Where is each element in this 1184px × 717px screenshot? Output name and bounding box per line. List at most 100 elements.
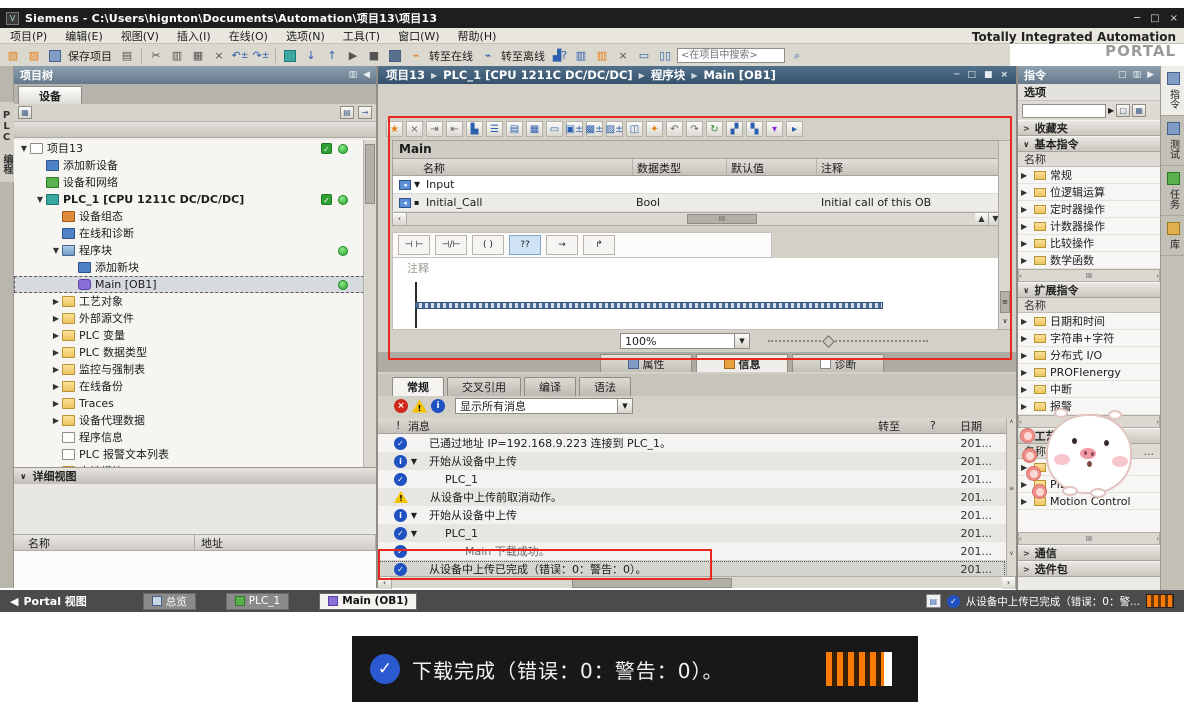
menu-options[interactable]: 选项(N)	[286, 28, 325, 44]
copy-icon[interactable]: ▥	[168, 47, 186, 64]
expand-networks-icon[interactable]: ☰	[486, 121, 503, 137]
instruction-group-general[interactable]: ▶常规	[1018, 167, 1160, 184]
message-row[interactable]: i▼ 开始从设备中上传201...	[378, 506, 1006, 524]
maximize-icon[interactable]: □	[1150, 13, 1159, 24]
go-online-button[interactable]: 转至在线	[429, 48, 473, 64]
selected-rung-wire[interactable]	[415, 302, 883, 309]
zoom-slider-thumb[interactable]	[822, 335, 835, 348]
breadcrumb-project[interactable]: 项目13	[386, 67, 425, 83]
strip-tab-libraries[interactable]: 库	[1161, 216, 1184, 256]
message-row[interactable]: ✓ 已通过地址 IP=192.168.9.223 连接到 PLC_1。201..…	[378, 434, 1006, 452]
interface-row-initial-call[interactable]: ◂ ▪ Initial_Call Bool Initial call of th…	[393, 194, 1003, 212]
search-go-icon[interactable]: ⌕	[788, 47, 806, 64]
strip-tab-tasks[interactable]: 任务	[1161, 166, 1184, 216]
empty-box-button[interactable]: ??	[509, 235, 541, 255]
pin-panel-icon[interactable]: ▥	[349, 70, 358, 80]
tree-item-project[interactable]: ▼项目13✓	[14, 140, 364, 157]
open-branch-button[interactable]: →	[546, 235, 578, 255]
errors-filter-icon[interactable]: ×	[394, 399, 408, 413]
tree-scrollbar[interactable]	[363, 140, 376, 467]
tree-expand-icon[interactable]: →	[358, 106, 372, 119]
open-all-networks-icon[interactable]: ▦	[526, 121, 543, 137]
instruction-group-distributed-io[interactable]: ▶分布式 I/O	[1018, 347, 1160, 364]
goto-error-prev-icon[interactable]: ↶	[666, 121, 683, 137]
absolute-operands-icon[interactable]: ▣±	[566, 121, 583, 137]
editor-v-scrollbar[interactable]: ≡ ∨	[998, 140, 1012, 330]
goto-icon[interactable]: ⇤	[446, 121, 463, 137]
coil-button[interactable]: ( )	[472, 235, 504, 255]
upload-from-device-icon[interactable]: ↑	[323, 47, 341, 64]
more-tools-icon[interactable]: ▸	[786, 121, 803, 137]
technology-h-scrollbar[interactable]: ‹III›	[1018, 532, 1160, 545]
tree-item-add-block[interactable]: 添加新块	[14, 259, 364, 276]
col-datatype[interactable]: 数据类型	[633, 159, 727, 175]
instruction-group-timers[interactable]: ▶定时器操作	[1018, 201, 1160, 218]
download-to-device-icon[interactable]: ↓	[302, 47, 320, 64]
plc-programming-strip-label[interactable]: PLC 编程	[0, 102, 14, 182]
tree-item-online-backups[interactable]: ▶在线备份	[14, 378, 364, 395]
menu-window[interactable]: 窗口(W)	[398, 28, 439, 44]
message-filter-select[interactable]: 显示所有消息 ▼	[455, 398, 633, 414]
tree-item-plc-datatypes[interactable]: ▶PLC 数据类型	[14, 344, 364, 361]
update-inconsistent-calls-icon[interactable]: ↻	[706, 121, 723, 137]
message-row[interactable]: i▼ 开始从设备中上传201...	[378, 452, 1006, 470]
zoom-slider[interactable]	[768, 340, 928, 342]
tree-item-technology-objects[interactable]: ▶工艺对象	[14, 293, 364, 310]
section-basic-instructions[interactable]: ∨ 基本指令	[1018, 136, 1160, 152]
menu-help[interactable]: 帮助(H)	[458, 28, 497, 44]
keep-actual-values-icon[interactable]: ▙	[466, 121, 483, 137]
network-editor[interactable]: 注释	[392, 258, 1004, 330]
save-project-button[interactable]: 保存项目	[68, 48, 112, 64]
insert-network-icon[interactable]: ★	[386, 121, 403, 137]
pin-panel-icon[interactable]: ▥	[1133, 70, 1142, 80]
delete-icon[interactable]: ×	[210, 47, 228, 64]
info-filter-icon[interactable]: i	[431, 399, 445, 413]
editor-minimize-icon[interactable]: ─	[954, 70, 959, 80]
menu-project[interactable]: 项目(P)	[10, 28, 47, 44]
table-h-scrollbar[interactable]: ‹ III ▲ ▼	[392, 212, 1004, 226]
diagnostics-icon[interactable]: ▟?	[551, 47, 569, 64]
tree-item-program-blocks[interactable]: ▼程序块	[14, 242, 364, 259]
tree-item-devices-networks[interactable]: 设备和网络	[14, 174, 364, 191]
instruction-group-profienergy[interactable]: ▶PROFIenergy	[1018, 364, 1160, 381]
close-icon[interactable]: ×	[1170, 13, 1178, 24]
open-project-icon[interactable]: ▨	[25, 47, 43, 64]
project-search-input[interactable]	[677, 48, 785, 63]
comment-toggle-icon[interactable]: ▭	[546, 121, 563, 137]
scroll-left-icon[interactable]: ‹	[393, 213, 407, 225]
free-form-comment-icon[interactable]: ◫	[626, 121, 643, 137]
instruction-group-string-char[interactable]: ▶字符串+字符	[1018, 330, 1160, 347]
section-option-packages[interactable]: > 选件包	[1018, 561, 1160, 577]
tree-item-watch-tables[interactable]: ▶监控与强制表	[14, 361, 364, 378]
breadcrumb-main[interactable]: Main [OB1]	[703, 68, 775, 82]
detail-col-address[interactable]: 地址	[194, 535, 375, 551]
editor-maximize-icon[interactable]: ■	[984, 70, 993, 80]
col-default[interactable]: 默认值	[727, 159, 817, 175]
plc1-tab[interactable]: PLC_1	[226, 593, 289, 610]
window-overlay-icon[interactable]: ▥	[593, 47, 611, 64]
message-list-scrollbar[interactable]: ∧≡∨	[1006, 418, 1016, 576]
paste-icon[interactable]: ▦	[189, 47, 207, 64]
scroll-left-icon[interactable]: ‹	[378, 577, 392, 589]
scroll-up-icon[interactable]: ▲	[975, 213, 989, 225]
favorites-toggle-icon[interactable]: ✦	[646, 121, 663, 137]
start-cpu-icon[interactable]: ▶	[344, 47, 362, 64]
undo-icon[interactable]: ↶±	[231, 47, 249, 64]
tab-properties[interactable]: 属性	[600, 354, 692, 372]
chevron-down-icon[interactable]: ▼	[617, 399, 632, 413]
warnings-filter-icon[interactable]: !	[412, 400, 427, 413]
print-icon[interactable]: ▤	[118, 47, 136, 64]
instruction-group-interrupts[interactable]: ▶中断	[1018, 381, 1160, 398]
profile-view-icon[interactable]: □	[1116, 104, 1130, 117]
detail-col-name[interactable]: 名称	[14, 535, 194, 551]
instruction-group-math[interactable]: ▶数学函数	[1018, 252, 1160, 269]
editor-float-icon[interactable]: □	[967, 70, 976, 80]
menu-edit[interactable]: 编辑(E)	[65, 28, 103, 44]
search-arrow-icon[interactable]: ▶	[1108, 106, 1114, 115]
tab-general[interactable]: 常规	[392, 377, 444, 396]
tab-compile[interactable]: 编译	[524, 377, 576, 396]
instruction-search-input[interactable]	[1022, 104, 1106, 118]
collapse-networks-icon[interactable]: ▤	[506, 121, 523, 137]
rename-icon[interactable]: ⇥	[426, 121, 443, 137]
tree-item-online-diagnostics[interactable]: 在线和诊断	[14, 225, 364, 242]
